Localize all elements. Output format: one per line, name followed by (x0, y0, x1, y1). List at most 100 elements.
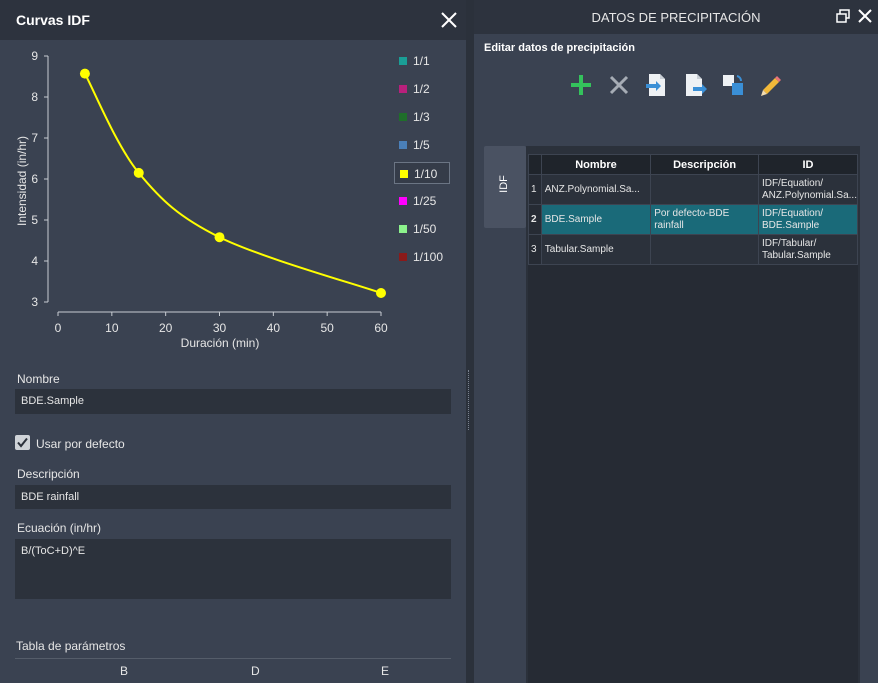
x-tick-label: 0 (55, 321, 62, 335)
legend-item[interactable]: 1/25 (394, 190, 450, 212)
tabla-parametros-label: Tabla de parámetros (16, 639, 126, 653)
legend-swatch (399, 253, 407, 261)
nombre-field[interactable]: BDE.Sample (15, 389, 451, 414)
legend-swatch (399, 57, 407, 65)
precipitation-table: Nombre Descripción ID 1 ANZ.Polynomial.S… (526, 146, 860, 683)
legend-item[interactable]: 1/100 (394, 246, 450, 268)
param-column-b[interactable]: B (120, 664, 128, 678)
nombre-label: Nombre (17, 372, 60, 386)
y-axis-label: Intensidad (in/hr) (15, 136, 29, 226)
data-point (376, 287, 386, 298)
data-table: Nombre Descripción ID 1 ANZ.Polynomial.S… (528, 154, 859, 265)
idf-curves-panel: Curvas IDF 3 4 5 6 7 8 9 0 10 20 30 40 50 60 Duración… (0, 0, 466, 683)
legend-label: 1/100 (413, 250, 444, 264)
legend-label: 1/1 (413, 54, 430, 68)
export-icon[interactable] (682, 72, 708, 98)
cell-descripcion[interactable] (650, 174, 759, 205)
cell-descripcion[interactable]: Por defecto-BDE rainfall (650, 204, 759, 235)
legend-swatch (399, 113, 407, 121)
legend-swatch (399, 197, 407, 205)
tab-idf[interactable]: IDF (484, 146, 526, 228)
row-number: 3 (528, 234, 542, 265)
y-tick-label: 7 (31, 131, 38, 145)
cell-nombre[interactable]: ANZ.Polynomial.Sa... (540, 174, 652, 205)
close-icon[interactable] (856, 7, 874, 25)
delete-icon[interactable] (606, 72, 632, 98)
panel-header: DATOS DE PRECIPITACIÓN (474, 0, 878, 34)
close-icon[interactable] (438, 9, 460, 31)
legend-label: 1/2 (413, 82, 430, 96)
x-tick-label: 20 (159, 321, 173, 335)
x-tick-label: 10 (105, 321, 119, 335)
restore-window-icon[interactable] (836, 9, 850, 23)
legend-swatch (399, 225, 407, 233)
row-number: 1 (528, 174, 542, 205)
divider (15, 658, 451, 659)
precipitation-data-panel: DATOS DE PRECIPITACIÓN Editar datos de p… (474, 0, 878, 683)
legend-label: 1/5 (413, 138, 430, 152)
data-point (214, 232, 225, 243)
ecuacion-field[interactable]: B/(ToC+D)^E (15, 539, 451, 599)
ecuacion-label: Ecuación (in/hr) (17, 521, 102, 535)
tab-idf-label: IDF (497, 175, 510, 193)
legend-label: 1/10 (414, 167, 438, 181)
legend-item[interactable]: 1/10 (394, 162, 450, 184)
table-row[interactable]: 3 Tabular.Sample IDF/Tabular/ Tabular.Sa… (528, 234, 859, 265)
header-descripcion[interactable]: Descripción (650, 154, 759, 175)
edit-pencil-icon[interactable] (758, 72, 784, 98)
legend-label: 1/3 (413, 110, 430, 124)
checkmark-icon (17, 437, 28, 448)
x-tick-label: 40 (267, 321, 281, 335)
header-nombre[interactable]: Nombre (540, 154, 652, 175)
legend-swatch (400, 170, 408, 178)
panel-splitter[interactable] (466, 0, 474, 683)
param-column-d[interactable]: D (251, 664, 260, 678)
y-tick-label: 6 (31, 172, 38, 186)
x-tick-label: 50 (320, 321, 334, 335)
import-icon[interactable] (644, 72, 670, 98)
legend-label: 1/50 (413, 222, 437, 236)
panel-header: Curvas IDF (0, 0, 466, 40)
cell-descripcion[interactable] (650, 234, 759, 265)
add-icon[interactable] (568, 72, 594, 98)
y-tick-label: 5 (31, 213, 38, 227)
header-id[interactable]: ID (757, 154, 859, 175)
cell-id[interactable]: IDF/Equation/ BDE.Sample (757, 204, 859, 235)
cell-id[interactable]: IDF/Tabular/ Tabular.Sample (757, 234, 859, 265)
legend-item[interactable]: 1/5 (394, 134, 450, 156)
y-tick-label: 8 (31, 90, 38, 104)
x-tick-label: 30 (213, 321, 227, 335)
legend-item[interactable]: 1/3 (394, 106, 450, 128)
legend-swatch (399, 85, 407, 93)
legend-item[interactable]: 1/50 (394, 218, 450, 240)
data-point (133, 167, 144, 178)
idf-chart: 3 4 5 6 7 8 9 0 10 20 30 40 50 60 Duración (min) Inte… (15, 49, 388, 350)
y-tick-label: 3 (31, 295, 38, 309)
table-body-area: Nombre Descripción ID 1 ANZ.Polynomial.S… (528, 154, 859, 683)
y-tick-label: 9 (31, 49, 38, 63)
default-checkbox[interactable] (15, 435, 30, 450)
data-point (79, 68, 90, 79)
table-header-row: Nombre Descripción ID (528, 154, 859, 175)
table-row[interactable]: 1 ANZ.Polynomial.Sa... IDF/Equation/ ANZ… (528, 174, 859, 205)
descripcion-field[interactable]: BDE rainfall (15, 485, 451, 509)
x-axis-label: Duración (min) (181, 336, 260, 350)
cell-nombre[interactable]: BDE.Sample (540, 204, 652, 235)
cell-id[interactable]: IDF/Equation/ ANZ.Polynomial.Sa... (757, 174, 859, 205)
legend-label: 1/25 (413, 194, 437, 208)
header-rownum (528, 154, 542, 175)
edit-section-label: Editar datos de precipitación (484, 42, 635, 54)
descripcion-label: Descripción (17, 467, 80, 481)
y-tick-label: 4 (31, 254, 38, 268)
cell-nombre[interactable]: Tabular.Sample (540, 234, 652, 265)
panel-title: Curvas IDF (16, 12, 90, 28)
panel-title: DATOS DE PRECIPITACIÓN (591, 10, 761, 25)
series-line (84, 73, 382, 294)
legend-item[interactable]: 1/2 (394, 78, 450, 100)
copy-icon[interactable] (720, 72, 746, 98)
param-column-e[interactable]: E (381, 664, 389, 678)
legend-item[interactable]: 1/1 (394, 50, 450, 72)
table-row[interactable]: 2 BDE.Sample Por defecto-BDE rainfall ID… (528, 204, 859, 235)
splitter-grip[interactable] (468, 370, 471, 430)
row-number: 2 (528, 204, 542, 235)
